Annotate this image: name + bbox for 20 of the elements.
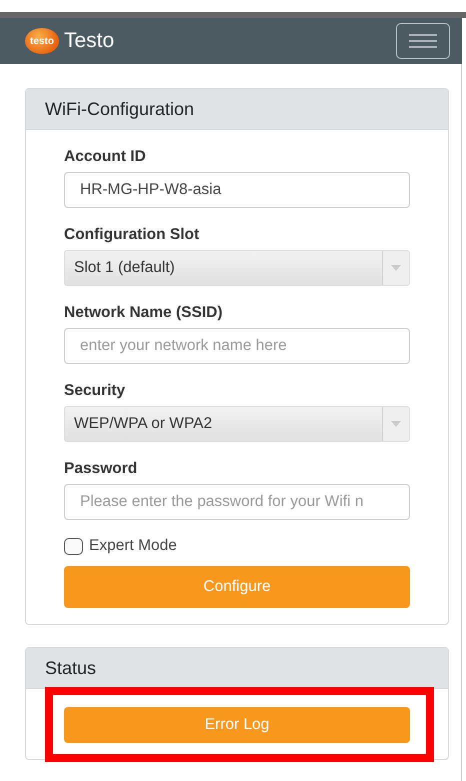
- brand-title: Testo: [64, 29, 114, 53]
- input-field[interactable]: HR-MG-HP-W8-asia: [64, 172, 410, 208]
- checkbox-label: Expert Mode: [89, 537, 177, 555]
- caret-icon: [391, 265, 401, 271]
- checkbox[interactable]: [64, 538, 83, 554]
- field-label: Network Name (SSID): [64, 304, 224, 322]
- field-label: Security: [64, 382, 126, 400]
- field-label: Account ID: [64, 148, 147, 166]
- select-field[interactable]: Slot 1 (default): [64, 250, 410, 286]
- input-field[interactable]: Please enter the password for your Wifi n: [64, 484, 410, 520]
- panel-title: WiFi-Configuration: [45, 98, 194, 120]
- menu-icon: [408, 33, 438, 49]
- menu-button[interactable]: [396, 23, 450, 59]
- select-field[interactable]: WEP/WPA or WPA2: [64, 406, 410, 442]
- field-label: Configuration Slot: [64, 226, 200, 244]
- caret-icon: [391, 421, 401, 427]
- field-label: Password: [64, 460, 138, 478]
- panel-title: Status: [45, 658, 96, 678]
- logo-badge: testo: [25, 28, 59, 54]
- input-field[interactable]: enter your network name here: [64, 328, 410, 364]
